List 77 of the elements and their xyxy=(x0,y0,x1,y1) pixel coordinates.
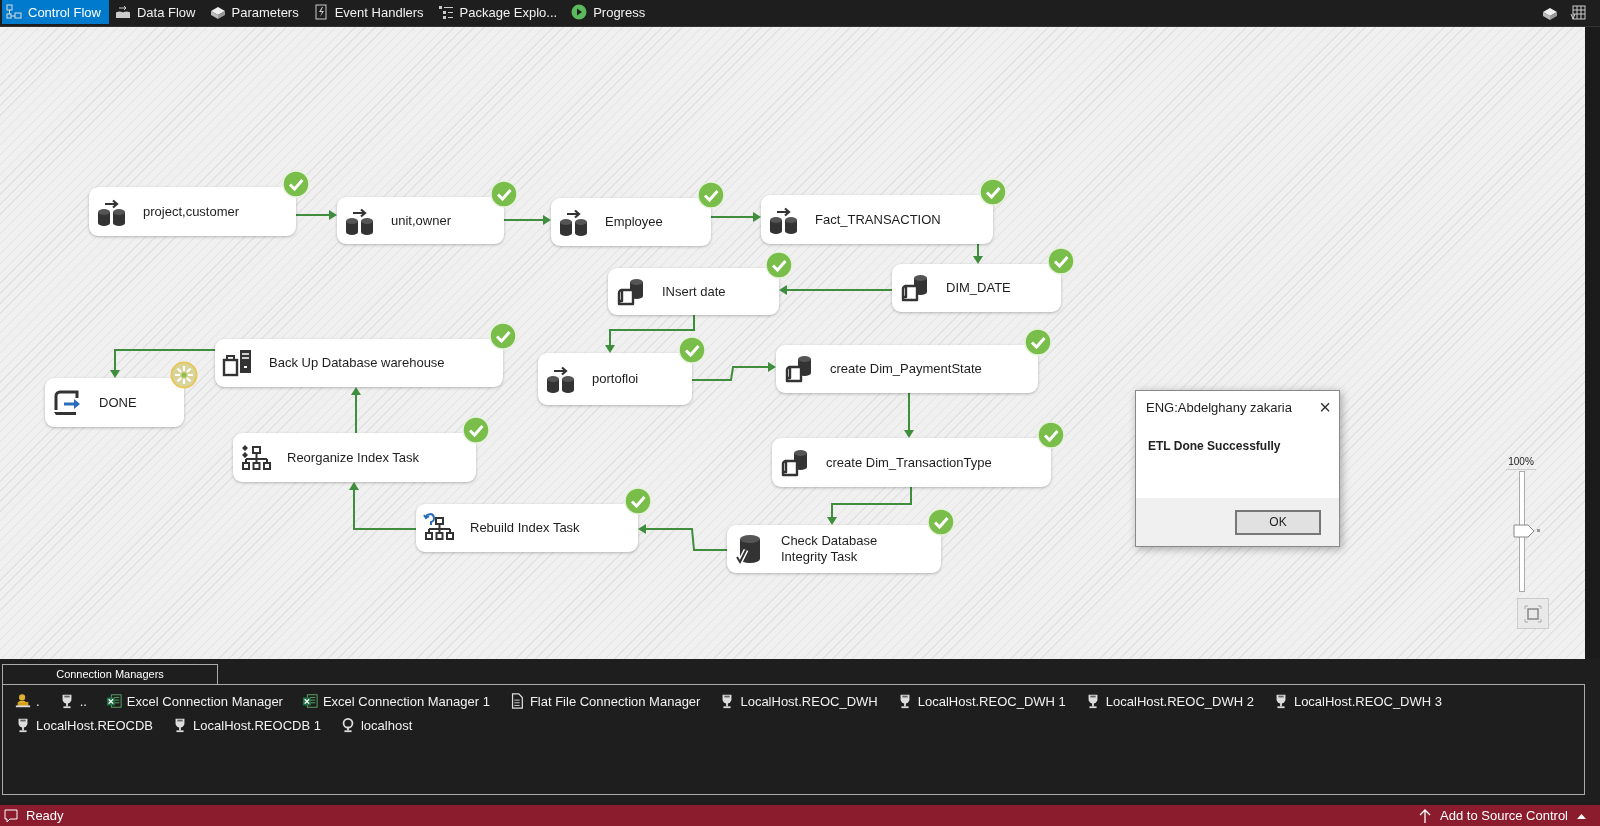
connector-arrow xyxy=(710,212,761,222)
close-button[interactable]: × xyxy=(1319,397,1331,417)
connection-manager-item[interactable]: . xyxy=(15,693,40,709)
task-label: Employee xyxy=(605,214,663,230)
add-to-source-control-button[interactable]: Add to Source Control xyxy=(1440,808,1568,823)
task-node[interactable]: create Dim_TransactionType xyxy=(772,438,1051,487)
connector-arrow xyxy=(503,215,551,225)
designer-tab[interactable]: Parameters xyxy=(205,0,307,24)
box-icon[interactable] xyxy=(1542,5,1558,21)
connection-manager-item[interactable]: LocalHost.REOCDB 1 xyxy=(172,717,321,733)
task-label: unit,owner xyxy=(391,212,451,229)
task-label: Check Database Integrity Task xyxy=(781,533,879,565)
task-label: project,customer xyxy=(143,203,240,220)
zoom-slider-thumb[interactable] xyxy=(1513,523,1541,538)
task-label: Fact_TRANSACTION xyxy=(815,211,941,228)
cylinders-arrow-icon xyxy=(114,4,131,20)
box-icon xyxy=(209,4,226,20)
zoom-reading: 100% xyxy=(1506,456,1536,470)
connector-arrow xyxy=(351,387,361,434)
lightning-document-icon xyxy=(312,4,329,20)
designer-tab[interactable]: Event Handlers xyxy=(308,0,432,24)
connector-arrow xyxy=(349,482,417,530)
connection-managers-tab[interactable]: Connection Managers xyxy=(2,664,218,684)
table-icon[interactable] xyxy=(1570,5,1586,21)
ok-button[interactable]: OK xyxy=(1235,509,1321,535)
connection-manager-item[interactable]: localhost xyxy=(339,717,413,733)
excel-icon xyxy=(301,693,318,709)
task-node[interactable]: DONE xyxy=(45,378,184,427)
connection-manager-item[interactable]: LocalHost.REOC_DWH xyxy=(719,693,878,709)
connection-manager-item[interactable]: .. xyxy=(58,693,87,709)
task-node[interactable]: unit,owner xyxy=(337,197,504,244)
task-label: DIM_DATE xyxy=(946,280,1011,296)
task-node[interactable]: Back Up Database warehouse xyxy=(215,339,503,387)
connector-arrow xyxy=(973,243,983,264)
task-node[interactable]: Employee xyxy=(551,198,711,246)
task-node[interactable]: Fact_TRANSACTION xyxy=(761,195,993,244)
task-label: INsert date xyxy=(662,283,726,300)
task-node[interactable]: DIM_DATE xyxy=(892,264,1061,312)
task-node[interactable]: Rebuild Index Task xyxy=(416,504,638,552)
dialog-title: ENG:Abdelghany zakaria xyxy=(1146,399,1292,415)
flowchart-icon xyxy=(6,4,22,20)
designer-tab[interactable]: Package Explo... xyxy=(433,0,566,24)
task-node[interactable]: create Dim_PaymentState xyxy=(776,345,1038,393)
task-label: portofloi xyxy=(592,371,639,387)
comment-icon xyxy=(4,808,18,823)
connection-manager-item[interactable]: Flat File Connection Manager xyxy=(508,693,701,709)
connection-manager-item[interactable]: LocalHost.REOC_DWH 2 xyxy=(1084,693,1254,709)
task-node[interactable]: Reorganize Index Task xyxy=(233,433,476,482)
tree-list-icon xyxy=(437,4,454,20)
connection-manager-item[interactable]: Excel Connection Manager 1 xyxy=(301,693,490,709)
excel-icon xyxy=(105,693,122,709)
server-user-icon xyxy=(15,693,31,709)
connector-arrow xyxy=(295,210,337,220)
caret-icon[interactable] xyxy=(1577,812,1586,819)
task-label: create Dim_PaymentState xyxy=(830,361,982,377)
play-icon xyxy=(571,4,588,20)
connection-manager-item[interactable]: LocalHost.REOC_DWH 1 xyxy=(896,693,1066,709)
task-label: DONE xyxy=(99,394,137,411)
dialog-message: ETL Done Successfully xyxy=(1148,439,1281,453)
task-node[interactable]: Check Database Integrity Task xyxy=(727,525,941,573)
status-text: Ready xyxy=(26,808,64,823)
designer-tab[interactable]: Progress xyxy=(567,0,654,24)
connection-manager-item[interactable]: Excel Connection Manager xyxy=(105,693,283,709)
task-node[interactable]: portofloi xyxy=(538,353,692,405)
designer-tab[interactable]: Data Flow xyxy=(110,0,204,24)
task-node[interactable]: INsert date xyxy=(608,268,779,315)
task-node[interactable]: project,customer xyxy=(89,187,296,236)
task-label: Rebuild Index Task xyxy=(470,520,580,536)
connector-arrow xyxy=(904,392,914,438)
task-label: create Dim_TransactionType xyxy=(826,454,992,471)
connection-manager-item[interactable]: LocalHost.REOCDB xyxy=(15,717,154,733)
task-label: Reorganize Index Task xyxy=(287,449,419,466)
fit-icon xyxy=(1524,604,1542,623)
task-label: Back Up Database warehouse xyxy=(269,355,445,371)
up-arrow-icon xyxy=(1419,808,1432,823)
connection-manager-item[interactable]: LocalHost.REOC_DWH 3 xyxy=(1272,693,1442,709)
designer-tab[interactable]: Control Flow xyxy=(2,0,109,24)
